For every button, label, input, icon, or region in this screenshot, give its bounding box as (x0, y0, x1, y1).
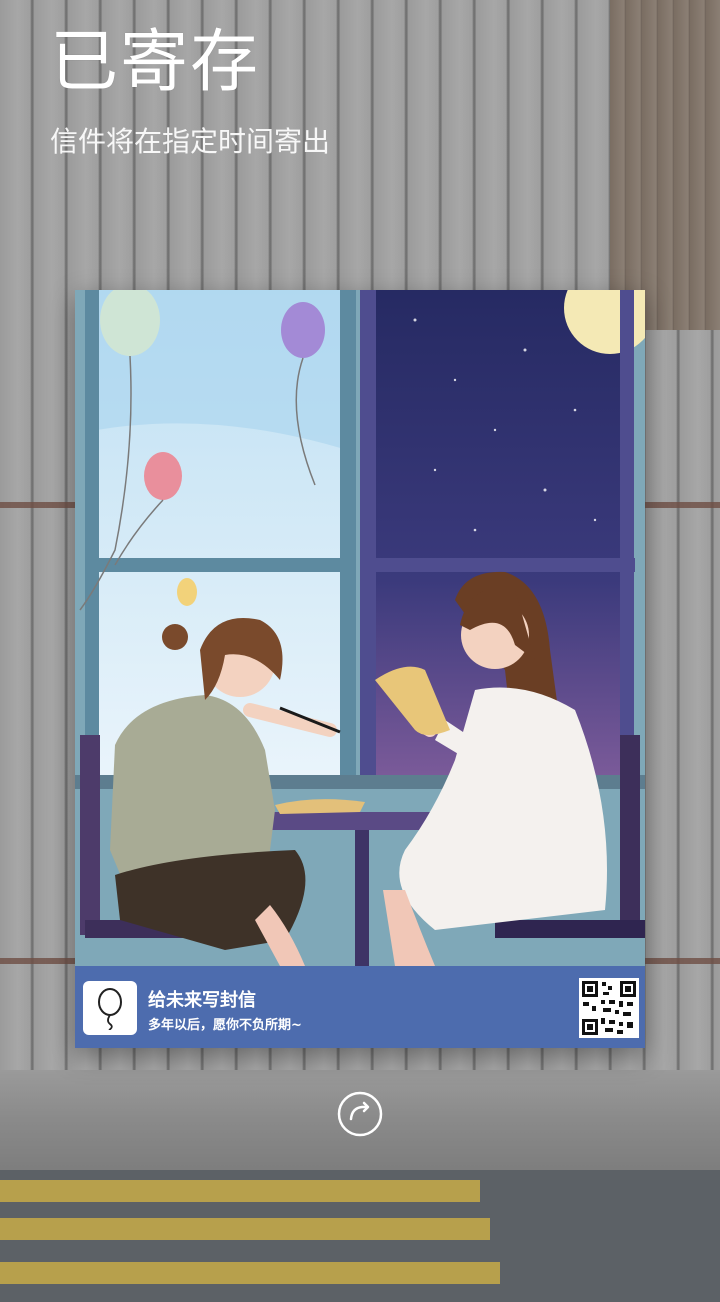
card-footer-title: 给未来写封信 (148, 990, 256, 1011)
balloon-icon (98, 988, 122, 1030)
background-road (0, 1170, 720, 1302)
page-subtitle: 信件将在指定时间寄出 (50, 125, 331, 158)
background-wall-right (610, 0, 720, 330)
card-footer-subtitle: 多年以后，愿你不负所期~ (148, 1018, 302, 1033)
page-title: 已寄存 (50, 23, 261, 102)
letter-card: 给未来写封信 多年以后，愿你不负所期~ (75, 290, 645, 1048)
refresh-button[interactable] (336, 1090, 384, 1138)
card-illustration (75, 290, 645, 966)
refresh-icon (337, 1091, 383, 1137)
qr-code (579, 978, 639, 1038)
card-footer: 给未来写封信 多年以后，愿你不负所期~ (75, 966, 645, 1048)
app-logo (83, 981, 137, 1035)
